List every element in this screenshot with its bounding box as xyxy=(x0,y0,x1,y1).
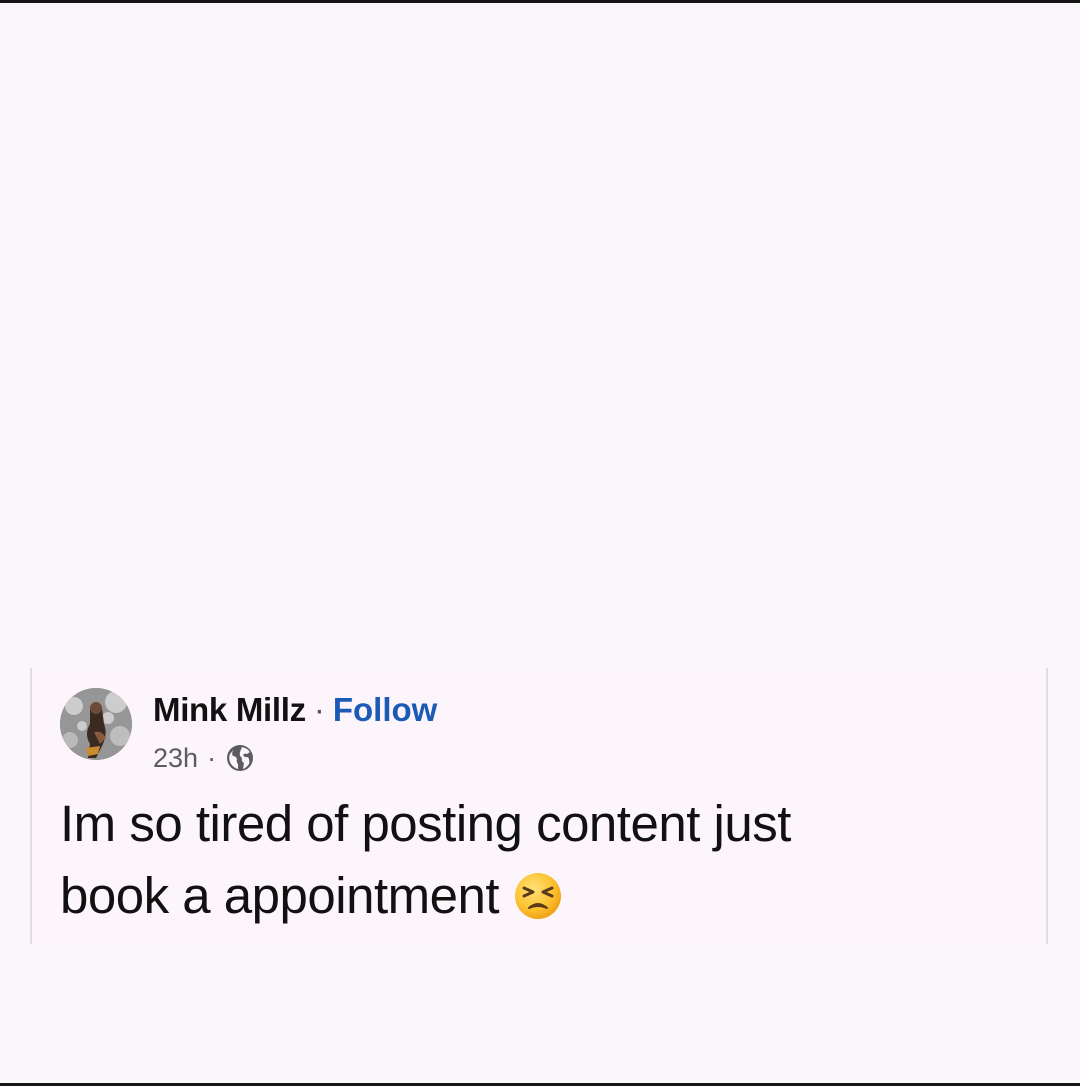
separator-dot: · xyxy=(313,691,325,728)
post-text-line-2: book a appointment xyxy=(60,867,500,924)
avatar[interactable] xyxy=(60,688,132,760)
post-text: Im so tired of posting content just book… xyxy=(60,788,960,932)
post-text-line: Im so tired of posting content just xyxy=(60,795,791,852)
globe-icon[interactable] xyxy=(225,743,255,773)
author-line: Mink Millz · Follow xyxy=(153,690,437,730)
separator-dot: · xyxy=(207,742,217,773)
empty-space xyxy=(0,3,1080,663)
author-name[interactable]: Mink Millz xyxy=(153,691,306,729)
follow-button[interactable]: Follow xyxy=(333,691,437,729)
post-text-line: book a appointment xyxy=(60,860,960,932)
post-card: Mink Millz · Follow 23h · Im so tired of… xyxy=(30,668,1048,944)
persevering-face-emoji-icon xyxy=(513,868,563,919)
post-meta: 23h · xyxy=(153,740,255,776)
post-timestamp[interactable]: 23h xyxy=(153,743,198,774)
